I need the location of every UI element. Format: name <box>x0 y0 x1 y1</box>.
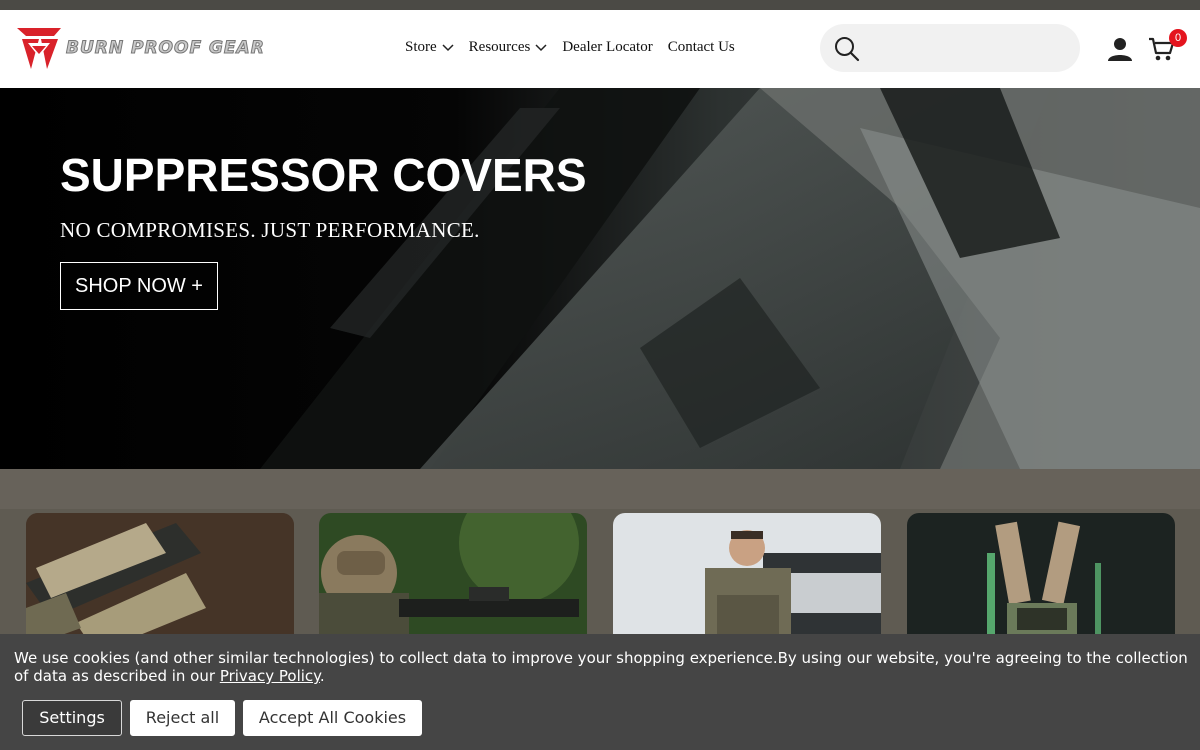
cookie-message: We use cookies (and other similar techno… <box>14 649 1189 685</box>
cookie-banner: We use cookies (and other similar techno… <box>0 634 1200 750</box>
category-image <box>907 513 1175 653</box>
brand-logo-mark-icon <box>17 28 61 69</box>
cookie-message-period: . <box>319 667 325 685</box>
hero-title: SUPPRESSOR COVERS <box>60 149 587 201</box>
category-card-plate-carriers[interactable] <box>613 513 881 653</box>
reject-all-button[interactable]: Reject all <box>130 700 235 736</box>
chevron-down-icon <box>535 43 547 51</box>
category-card-suppressor-covers[interactable] <box>26 513 294 653</box>
brand-logo[interactable]: BURN PROOF GEAR <box>14 25 265 71</box>
account-icon[interactable] <box>1107 36 1133 62</box>
shop-now-button[interactable]: SHOP NOW + <box>60 262 218 310</box>
cart-count-badge: 0 <box>1169 29 1187 47</box>
search-input[interactable] <box>870 32 1065 64</box>
nav-dealer-locator-label: Dealer Locator <box>562 39 653 55</box>
privacy-policy-link[interactable]: Privacy Policy <box>220 667 320 685</box>
site-header: BURN PROOF GEAR Store Resources Dealer L… <box>0 10 1200 88</box>
nav-store[interactable]: Store <box>405 39 454 56</box>
cookie-settings-button[interactable]: Settings <box>22 700 122 736</box>
nav-resources-label: Resources <box>468 39 531 55</box>
main-nav: Store Resources Dealer Locator Contact U… <box>405 39 750 56</box>
brand-name: BURN PROOF GEAR <box>66 38 265 59</box>
hero-banner: SUPPRESSOR COVERS NO COMPROMISES. JUST P… <box>0 88 1200 469</box>
cookie-message-text: We use cookies (and other similar techno… <box>14 649 1188 685</box>
search-icon[interactable] <box>834 36 860 62</box>
nav-contact-us-label: Contact Us <box>667 39 735 55</box>
category-image <box>613 513 881 653</box>
hero-subtitle: NO COMPROMISES. JUST PERFORMANCE. <box>60 218 480 242</box>
category-image <box>319 513 587 653</box>
nav-dealer-locator[interactable]: Dealer Locator <box>562 39 652 56</box>
category-image <box>26 513 294 653</box>
search-bar <box>820 24 1080 72</box>
category-card-headsets[interactable] <box>319 513 587 653</box>
accept-all-cookies-button[interactable]: Accept All Cookies <box>243 700 422 736</box>
nav-contact-us[interactable]: Contact Us <box>668 39 735 56</box>
top-strip <box>0 0 1200 10</box>
chevron-down-icon <box>442 43 454 51</box>
nav-store-label: Store <box>405 39 437 55</box>
category-card-bags[interactable] <box>907 513 1175 653</box>
nav-resources[interactable]: Resources <box>469 39 548 56</box>
